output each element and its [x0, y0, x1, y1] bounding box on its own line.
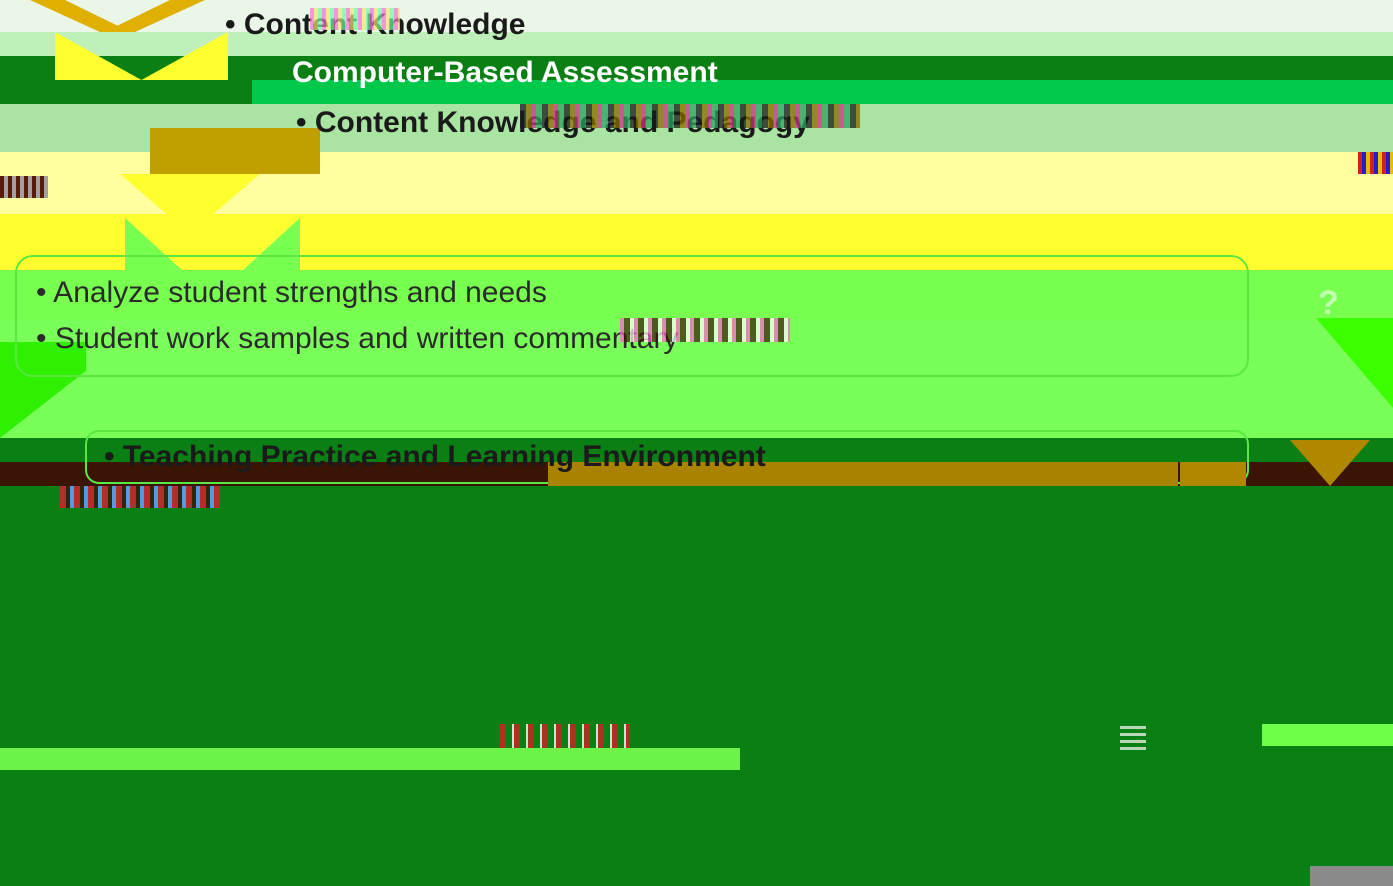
line-student-work-samples: • Student work samples and written comme…	[36, 322, 679, 355]
noise-patch-1	[310, 8, 400, 30]
bottom-lime-strip	[0, 748, 740, 770]
noise-patch-8	[1120, 724, 1146, 750]
line-teaching-practice: • Teaching Practice and Learning Environ…	[104, 440, 766, 473]
band-bottom-green	[0, 486, 1393, 886]
question-icon: ?	[1318, 284, 1339, 322]
noise-patch-5	[620, 318, 790, 342]
noise-patch-2	[520, 104, 860, 128]
bottom-right-lime	[1262, 724, 1393, 746]
noise-patch-7	[500, 724, 630, 748]
left-block-dark	[0, 80, 252, 104]
card-outline-1	[15, 255, 1249, 377]
noise-patch-3	[1358, 152, 1393, 174]
bottom-right-gray	[1310, 866, 1393, 886]
line-computer-based-assessment: Computer-Based Assessment	[292, 56, 718, 89]
line-analyze-student: • Analyze student strengths and needs	[36, 276, 547, 309]
right-gold-block	[1180, 462, 1246, 486]
noise-patch-4	[0, 176, 48, 198]
left-block-mustard	[150, 128, 320, 174]
noise-patch-6	[60, 486, 220, 508]
band-top-white	[0, 0, 1393, 32]
